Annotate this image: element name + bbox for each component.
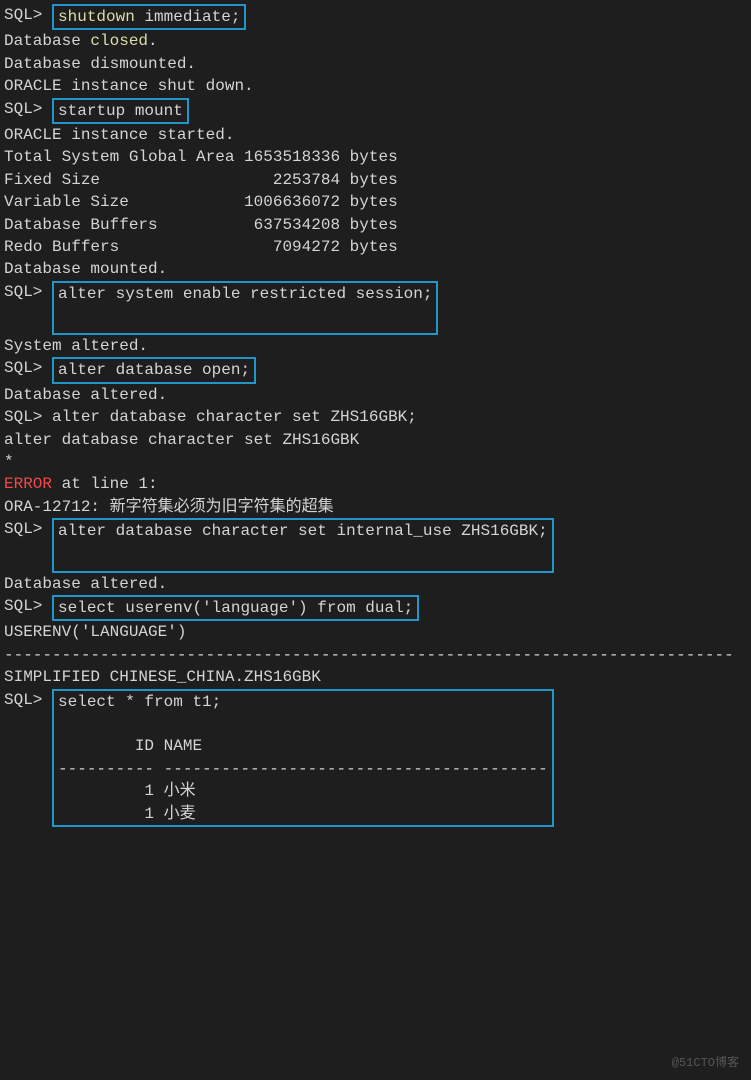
- sql-prompt: SQL>: [4, 4, 52, 26]
- output-text: SIMPLIFIED CHINESE_CHINA.ZHS16GBK: [4, 666, 747, 688]
- highlight-box-internal: alter database character set internal_us…: [52, 518, 554, 572]
- sql-prompt: SQL>: [4, 98, 52, 120]
- output-text: Database mounted.: [4, 258, 747, 280]
- cmd-select: select * from t1;: [58, 691, 548, 713]
- output-text: USERENV('LANGUAGE'): [4, 621, 747, 643]
- error-label: ERROR: [4, 475, 52, 493]
- output-divider: ----------------------------------------…: [4, 644, 747, 666]
- output-text: *: [4, 451, 747, 473]
- output-text: Database Buffers 637534208 bytes: [4, 214, 747, 236]
- error-message: ORA-12712: 新字符集必须为旧字符集的超集: [4, 496, 747, 518]
- cmd-charset: SQL> alter database character set ZHS16G…: [4, 406, 747, 428]
- output-text: ORACLE instance started.: [4, 124, 747, 146]
- output-text: Database altered.: [4, 573, 747, 595]
- output-text: .: [148, 32, 158, 50]
- output-text: Fixed Size 2253784 bytes: [4, 169, 747, 191]
- sql-prompt: SQL>: [4, 357, 52, 379]
- highlight-box-userenv: select userenv('language') from dual;: [52, 595, 419, 621]
- cmd-text: immediate;: [135, 8, 241, 26]
- output-text: Variable Size 1006636072 bytes: [4, 191, 747, 213]
- highlight-box-open: alter database open;: [52, 357, 256, 383]
- highlight-box-restricted: alter system enable restricted session;: [52, 281, 438, 335]
- sql-prompt: SQL>: [4, 689, 52, 711]
- highlight-box-select: select * from t1; ID NAME ---------- ---…: [52, 689, 554, 827]
- output-text: Database: [4, 32, 90, 50]
- highlight-box-startup: startup mount: [52, 98, 189, 124]
- cmd-shutdown: shutdown: [58, 8, 135, 26]
- cmd-open: alter database open;: [58, 361, 250, 379]
- output-closed: closed: [90, 32, 148, 50]
- output-text: System altered.: [4, 335, 747, 357]
- cmd-userenv: select userenv('language') from dual;: [58, 599, 413, 617]
- table-header: ID NAME: [58, 735, 548, 757]
- output-text: Database altered.: [4, 384, 747, 406]
- terminal-output: SQL> shutdown immediate; Database closed…: [4, 4, 747, 827]
- table-row: 1 小米: [58, 780, 548, 802]
- sql-prompt: SQL>: [4, 595, 52, 617]
- output-text: Database dismounted.: [4, 53, 747, 75]
- output-text: Redo Buffers 7094272 bytes: [4, 236, 747, 258]
- cmd-internal: alter database character set internal_us…: [58, 522, 548, 540]
- table-row: 1 小麦: [58, 803, 548, 825]
- sql-prompt: SQL>: [4, 518, 52, 540]
- output-text: alter database character set ZHS16GBK: [4, 429, 747, 451]
- watermark: @51CTO博客: [672, 1055, 739, 1072]
- sql-prompt: SQL>: [4, 281, 52, 303]
- table-divider: ---------- -----------------------------…: [58, 758, 548, 780]
- output-text: Total System Global Area 1653518336 byte…: [4, 146, 747, 168]
- cmd-restricted: alter system enable restricted session;: [58, 285, 432, 303]
- error-text: at line 1:: [52, 475, 158, 493]
- output-text: ORACLE instance shut down.: [4, 75, 747, 97]
- highlight-box-shutdown: shutdown immediate;: [52, 4, 246, 30]
- cmd-startup: startup mount: [58, 102, 183, 120]
